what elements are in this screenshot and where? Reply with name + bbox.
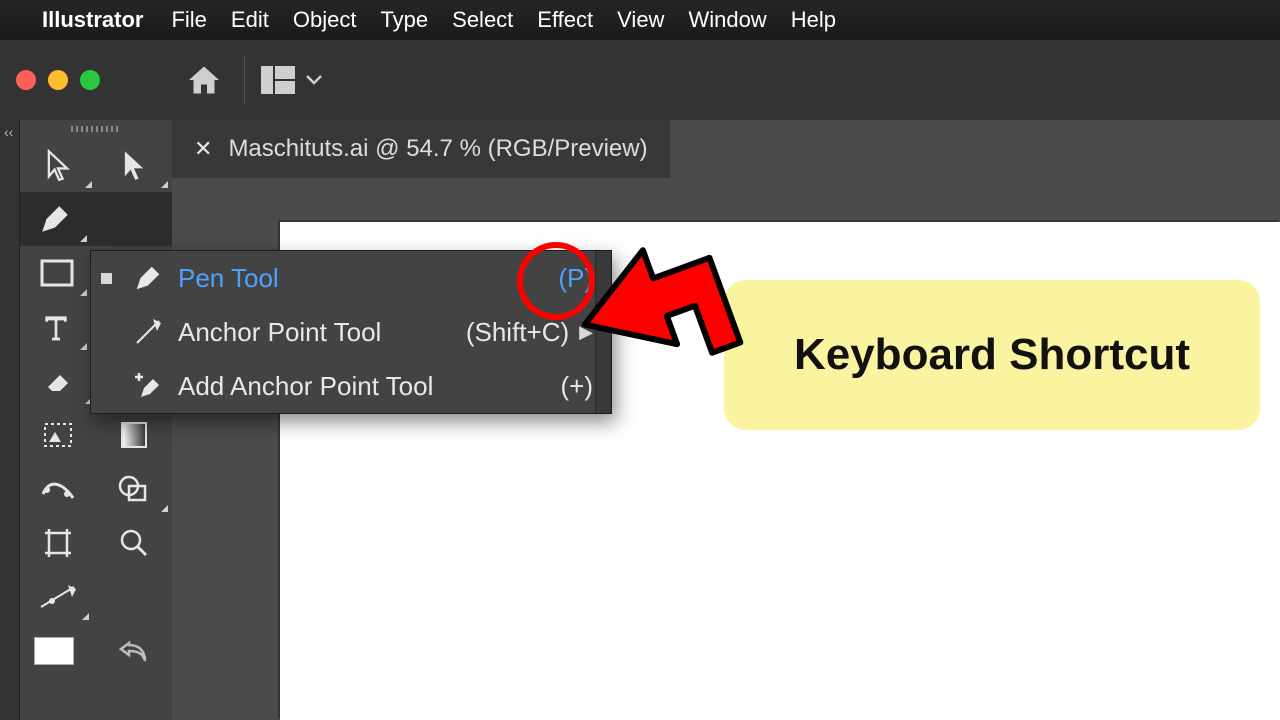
chevron-down-icon xyxy=(305,74,323,86)
flyout-indicator-icon xyxy=(161,505,168,512)
flyout-indicator-icon xyxy=(161,181,168,188)
flyout-indicator-icon xyxy=(80,235,87,242)
panel-grip[interactable] xyxy=(20,120,172,138)
add-anchor-point-icon xyxy=(128,371,168,401)
flyout-indicator-icon xyxy=(85,181,92,188)
flyout-indicator-icon xyxy=(82,613,89,620)
undo-icon[interactable] xyxy=(96,624,172,678)
collapse-chevron-icon[interactable]: ‹‹ xyxy=(4,124,13,140)
zoom-tool[interactable] xyxy=(96,516,172,570)
menu-help[interactable]: Help xyxy=(791,7,836,33)
selection-tool[interactable] xyxy=(20,138,96,192)
flyout-item-label: Add Anchor Point Tool xyxy=(178,371,433,402)
macos-menubar: Illustrator File Edit Object Type Select… xyxy=(0,0,1280,40)
shape-builder-tool[interactable] xyxy=(96,462,172,516)
fill-color[interactable] xyxy=(20,624,96,678)
window-close-button[interactable] xyxy=(16,70,36,90)
document-tab[interactable]: ✕ Maschituts.ai @ 54.7 % (RGB/Preview) xyxy=(172,120,670,178)
panel-gutter: ‹‹ xyxy=(0,120,20,720)
annotation-callout: Keyboard Shortcut xyxy=(724,280,1260,430)
divider xyxy=(244,56,245,104)
gradient-tool[interactable] xyxy=(96,408,172,462)
menu-file[interactable]: File xyxy=(171,7,206,33)
selected-indicator-icon xyxy=(101,381,112,392)
menu-view[interactable]: View xyxy=(617,7,664,33)
menu-effect[interactable]: Effect xyxy=(537,7,593,33)
menu-edit[interactable]: Edit xyxy=(231,7,269,33)
flyout-item-label: Pen Tool xyxy=(178,263,279,294)
arrange-documents-button[interactable] xyxy=(261,66,323,94)
annotation-callout-text: Keyboard Shortcut xyxy=(794,330,1190,380)
direct-selection-tool[interactable] xyxy=(96,138,172,192)
window-zoom-button[interactable] xyxy=(80,70,100,90)
app-name[interactable]: Illustrator xyxy=(42,7,143,33)
window-minimize-button[interactable] xyxy=(48,70,68,90)
close-tab-icon[interactable]: ✕ xyxy=(194,136,212,162)
anchor-point-icon xyxy=(128,317,168,347)
flyout-indicator-icon xyxy=(80,289,87,296)
pen-icon xyxy=(128,263,168,293)
document-tab-row: ✕ Maschituts.ai @ 54.7 % (RGB/Preview) xyxy=(172,120,1280,178)
flyout-item-shortcut: (Shift+C) xyxy=(466,317,569,348)
app-chrome xyxy=(0,40,1280,120)
menu-type[interactable]: Type xyxy=(380,7,428,33)
window-traffic-lights xyxy=(16,70,100,90)
home-button[interactable] xyxy=(180,56,228,104)
width-tool[interactable] xyxy=(20,462,96,516)
selected-indicator-icon xyxy=(101,327,112,338)
eraser-tool[interactable] xyxy=(20,354,96,408)
flyout-indicator-icon xyxy=(80,343,87,350)
pen-tool[interactable] xyxy=(20,192,172,246)
selected-indicator-icon xyxy=(101,273,112,284)
document-tab-title: Maschituts.ai @ 54.7 % (RGB/Preview) xyxy=(228,135,647,163)
free-transform-tool[interactable] xyxy=(20,408,96,462)
menu-select[interactable]: Select xyxy=(452,7,513,33)
annotation-arrow-icon xyxy=(574,220,744,400)
artboard-tool[interactable] xyxy=(20,516,96,570)
menu-object[interactable]: Object xyxy=(293,7,357,33)
menu-window[interactable]: Window xyxy=(688,7,766,33)
tools-panel xyxy=(20,120,172,720)
annotation-circle xyxy=(517,242,595,320)
curvature-tool[interactable] xyxy=(20,570,172,624)
flyout-item-add-anchor-point-tool[interactable]: Add Anchor Point Tool (+) xyxy=(91,359,611,413)
flyout-item-label: Anchor Point Tool xyxy=(178,317,381,348)
